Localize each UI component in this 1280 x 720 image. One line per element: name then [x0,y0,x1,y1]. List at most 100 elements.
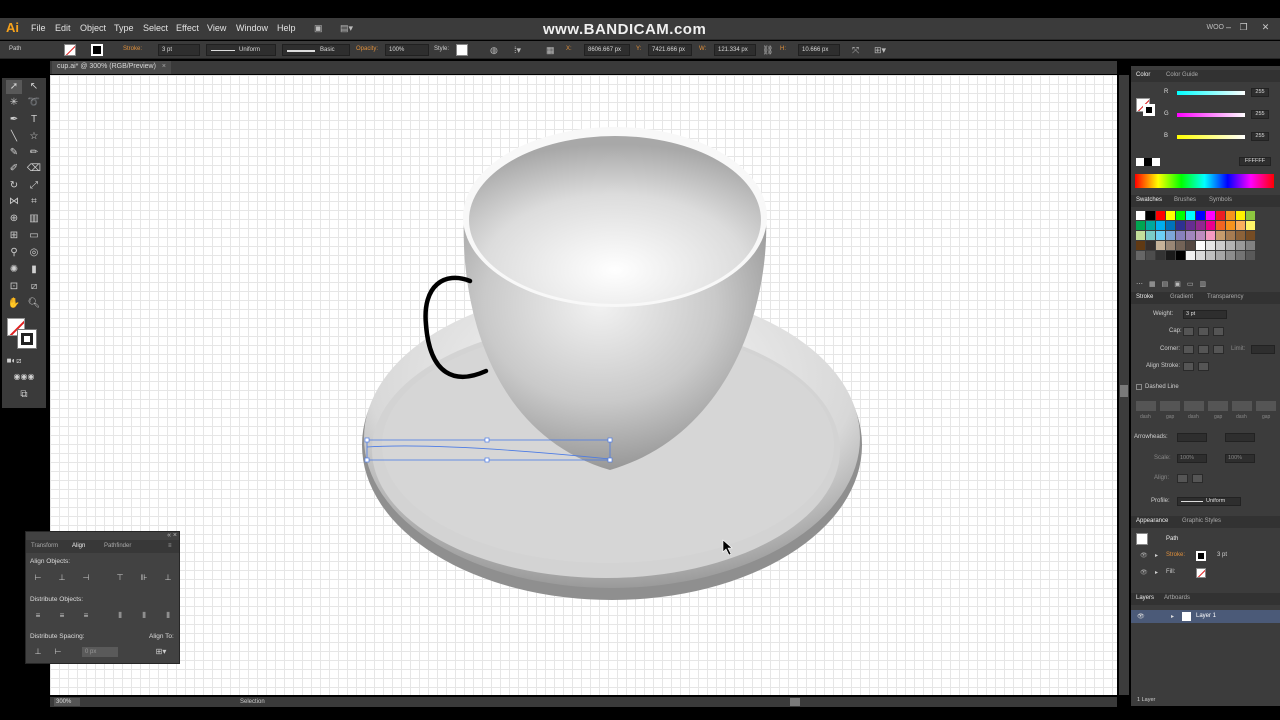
artboard-canvas[interactable] [50,75,1117,695]
tab-transform[interactable]: Transform [31,543,58,549]
rotate-tool-icon[interactable]: ↻ [6,179,22,193]
color-swatch[interactable] [1226,251,1235,260]
color-swatch[interactable] [1186,221,1195,230]
color-swatch[interactable] [1226,211,1235,220]
tab-appearance[interactable]: Appearance [1136,518,1168,524]
variable-width-profile[interactable]: Uniform [206,44,276,56]
close-button[interactable]: ✕ [1259,21,1272,33]
isolate-icon[interactable]: ⊞▾ [874,45,886,55]
artboard-tool-icon[interactable]: ⊡ [6,280,22,294]
color-swatch[interactable] [1146,211,1155,220]
tab-color[interactable]: Color [1136,72,1150,78]
color-swatch[interactable] [1176,221,1185,230]
end-arrow-scale[interactable]: 100% [1225,454,1255,463]
stroke-swatch[interactable] [18,330,36,348]
arrange-documents-icon[interactable]: ▤▾ [340,23,353,33]
vertical-scroll-thumb[interactable] [1120,385,1128,397]
color-swatch[interactable] [1206,211,1215,220]
direct-selection-tool-icon[interactable]: ↖ [26,80,42,94]
color-swatch[interactable] [1166,231,1175,240]
stroke-weight-field[interactable]: 3 pt [158,44,200,56]
hand-tool-icon[interactable]: ✋ [6,297,22,311]
reference-point-icon[interactable]: ▦ [546,45,555,55]
layer-name[interactable]: Layer 1 [1196,613,1216,619]
color-swatch[interactable] [1196,211,1205,220]
menu-select[interactable]: Select [143,23,168,33]
color-swatch[interactable] [1236,241,1245,250]
vertical-scrollbar[interactable] [1119,75,1129,695]
menu-type[interactable]: Type [114,23,134,33]
color-swatch[interactable] [1136,231,1145,240]
projecting-cap-button[interactable] [1213,327,1224,336]
color-swatch[interactable] [1166,221,1175,230]
tab-brushes[interactable]: Brushes [1174,197,1196,203]
arrow-tip-beyond-button[interactable] [1177,474,1188,483]
color-swatch[interactable] [1166,241,1175,250]
gap-field-2[interactable] [1208,401,1228,411]
tab-color-guide[interactable]: Color Guide [1166,72,1198,78]
blue-channel-value[interactable]: 255 [1251,132,1269,141]
column-graph-tool-icon[interactable]: ▮ [26,263,42,277]
color-swatch[interactable] [1186,241,1195,250]
x-position-field[interactable]: 8606.667 px [584,44,630,56]
opacity-label[interactable]: Opacity: [356,46,378,52]
align-stroke-center-button[interactable] [1183,362,1194,371]
color-swatch[interactable] [1226,231,1235,240]
tab-symbols[interactable]: Symbols [1209,197,1232,203]
color-swatch[interactable] [1136,211,1145,220]
tab-artboards[interactable]: Artboards [1164,595,1190,601]
menu-edit[interactable]: Edit [55,23,71,33]
color-swatch[interactable] [1196,231,1205,240]
align-horizontal-center-icon[interactable]: ⊥ [56,572,68,584]
spacing-value-field[interactable]: 0 px [82,647,118,657]
paintbrush-tool-icon[interactable]: ✎ [6,146,22,160]
tab-swatches[interactable]: Swatches [1136,197,1162,203]
swatches-footer-icons[interactable]: ⋯▦▤▣▭▥ [1136,280,1275,288]
transform-icon[interactable]: ⤧ [852,45,859,55]
line-tool-icon[interactable]: ╲ [6,130,22,144]
swatch-grid[interactable] [1136,211,1266,269]
tab-stroke[interactable]: Stroke [1136,294,1153,300]
end-arrowhead-dropdown[interactable] [1225,433,1255,442]
color-swatch[interactable] [1156,231,1165,240]
color-swatch[interactable] [1226,241,1235,250]
color-swatch[interactable] [1156,221,1165,230]
menu-window[interactable]: Window [236,23,268,33]
color-swatch[interactable] [1176,251,1185,260]
distribute-bottom-icon[interactable]: ≡ [80,610,92,622]
bridge-icon[interactable]: ▣ [314,23,323,33]
layer-visibility-icon[interactable]: 👁︎ [1137,613,1145,620]
minimize-button[interactable]: – [1222,21,1235,33]
selection-tool-icon[interactable]: ➚ [6,80,22,94]
tab-gradient[interactable]: Gradient [1170,294,1193,300]
color-swatch[interactable] [1196,221,1205,230]
color-swatch[interactable] [1216,211,1225,220]
color-swatch[interactable] [1146,241,1155,250]
appearance-fill-label[interactable]: Fill: [1166,569,1175,575]
current-tool-status[interactable]: Selection [240,698,265,706]
visibility-eye-icon[interactable]: 👁︎ [1140,552,1148,559]
restore-button[interactable]: ❐ [1237,21,1250,33]
start-arrowhead-dropdown[interactable] [1177,433,1207,442]
color-spectrum[interactable] [1135,174,1274,188]
width-field[interactable]: 121.334 px [714,44,756,56]
color-swatch[interactable] [1136,241,1145,250]
layer-expand-icon[interactable]: ▸ [1171,613,1174,620]
blue-channel-slider[interactable] [1177,135,1245,139]
color-swatch[interactable] [1146,231,1155,240]
color-swatch[interactable] [1136,221,1145,230]
lasso-tool-icon[interactable]: ➰ [26,96,42,110]
distribute-right-icon[interactable]: ⫴ [162,610,174,622]
color-swatch[interactable] [1206,231,1215,240]
align-stroke-inside-button[interactable] [1198,362,1209,371]
weight-field[interactable]: 3 pt [1183,310,1227,319]
color-swatch[interactable] [1166,211,1175,220]
dashed-line-checkbox[interactable] [1136,384,1142,390]
blend-tool-icon[interactable]: ◎ [26,246,42,260]
color-swatch[interactable] [1216,251,1225,260]
none-black-white-swatches[interactable] [1136,158,1160,166]
horizontal-distribute-space-icon[interactable]: ⊢ [52,646,64,658]
opacity-field[interactable]: 100% [385,44,429,56]
gap-field-3[interactable] [1256,401,1276,411]
distribute-vertical-center-icon[interactable]: ≡ [56,610,68,622]
